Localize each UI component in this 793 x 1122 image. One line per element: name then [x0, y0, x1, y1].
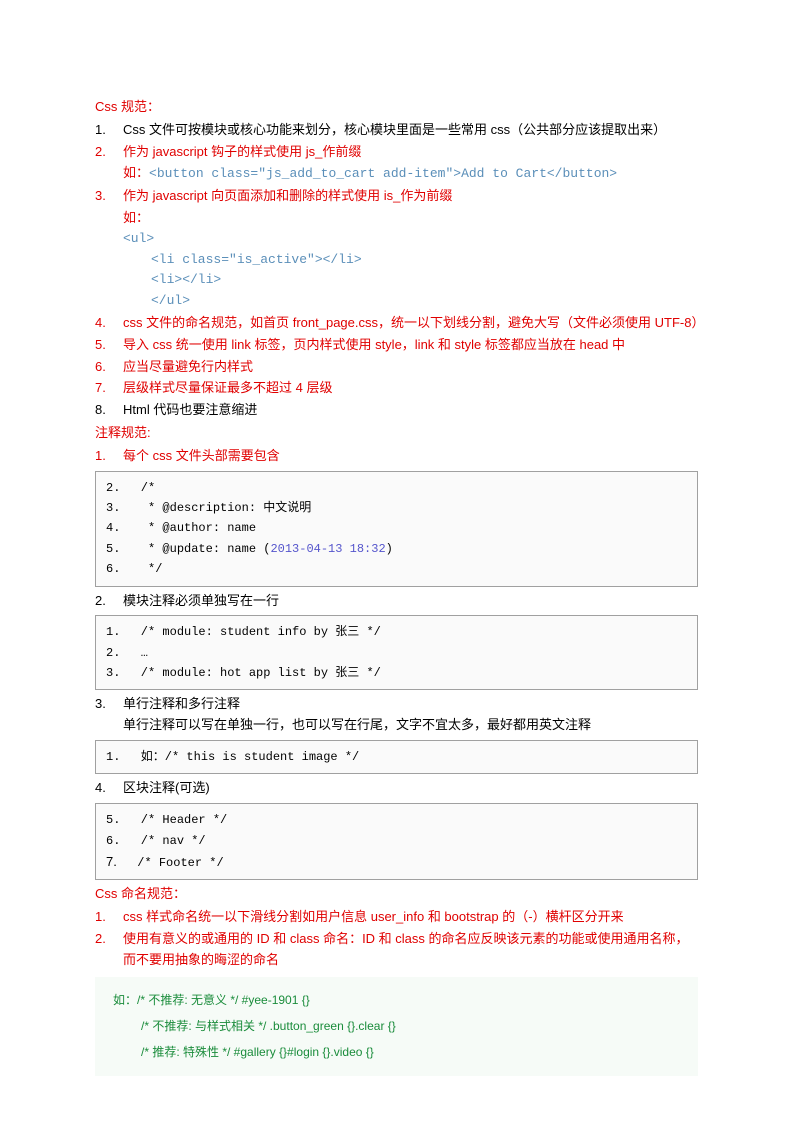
list-text: 作为 javascript 向页面添加和删除的样式使用 is_作为前缀	[123, 188, 452, 203]
main-list: 1. Css 文件可按模块或核心功能来划分，核心模块里面是一些常用 css（公共部…	[95, 120, 698, 421]
list-text: css 文件的命名规范，如首页 front_page.css，统一以下划线分割，…	[123, 315, 704, 330]
inline-code: <button class="js_add_to_cart add-item">…	[149, 166, 617, 181]
list-num: 2.	[95, 142, 106, 163]
list-num: 7.	[95, 378, 106, 399]
list-num: 5.	[95, 335, 106, 356]
list-num: 2.	[95, 591, 106, 612]
codebox-block-comment: 5. /* Header */ 6. /* nav */ 7. /* Foote…	[95, 803, 698, 880]
list-text: 区块注释(可选)	[123, 780, 210, 795]
list-item: 2. 作为 javascript 钩子的样式使用 js_作前缀	[95, 142, 698, 163]
list-num: 3.	[95, 186, 106, 207]
list-text: 模块注释必须单独写在一行	[123, 593, 279, 608]
css-naming-title: Css 命名规范：	[95, 884, 698, 905]
list-item: 4.css 文件的命名规范，如首页 front_page.css，统一以下划线分…	[95, 313, 698, 334]
example-block: 如：/* 不推荐: 无意义 */ #yee-1901 {} /* 不推荐: 与样…	[95, 977, 698, 1076]
codebox-header-comment: 2. /* 3. * @description: 中文说明 4. * @auth…	[95, 471, 698, 587]
comment-item-1: 1. 每个 css 文件头部需要包含	[95, 446, 698, 467]
list-text: css 样式命名统一以下滑线分割如用户信息 user_info 和 bootst…	[123, 909, 624, 924]
list-text: 每个 css 文件头部需要包含	[123, 448, 280, 463]
codebox-module-comment: 1. /* module: student info by 张三 */ 2. ……	[95, 615, 698, 690]
list-num: 6.	[95, 357, 106, 378]
list-item: 7. 层级样式尽量保证最多不超过 4 层级	[95, 378, 698, 399]
code-line: </ul>	[123, 291, 698, 312]
comment-list: 1. 每个 css 文件头部需要包含	[95, 446, 698, 467]
code-line: <li class="is_active"></li>	[123, 250, 698, 271]
list-num: 1.	[95, 120, 106, 141]
list-subtext: 单行注释可以写在单独一行，也可以写在行尾，文字不宜太多，最好都用英文注释	[123, 715, 698, 736]
list-num: 4.	[95, 313, 106, 334]
comment-spec-title: 注释规范:	[95, 423, 698, 444]
list-num: 8.	[95, 400, 106, 421]
comment-item-3: 3. 单行注释和多行注释 单行注释可以写在单独一行，也可以写在行尾，文字不宜太多…	[95, 694, 698, 736]
list-text: 应当尽量避免行内样式	[123, 359, 253, 374]
naming-list: 1. css 样式命名统一以下滑线分割如用户信息 user_info 和 boot…	[95, 907, 698, 970]
list-text: 使用有意义的或通用的 ID 和 class 命名：ID 和 class 的命名应…	[123, 931, 689, 967]
list-item: 3. 作为 javascript 向页面添加和删除的样式使用 is_作为前缀	[95, 186, 698, 207]
codebox-inline-comment: 1. 如：/* this is student image */	[95, 740, 698, 774]
list-num: 3.	[95, 694, 106, 715]
list-item: 8. Html 代码也要注意缩进	[95, 400, 698, 421]
css-spec-title: Css 规范：	[95, 97, 698, 118]
list-num: 2.	[95, 929, 106, 950]
example-line: 如：/* 不推荐: 无意义 */ #yee-1901 {}	[113, 987, 680, 1013]
comment-item-4: 4. 区块注释(可选)	[95, 778, 698, 799]
list-item: 5. 导入 css 统一使用 link 标签，页内样式使用 style，link …	[95, 335, 698, 356]
example-line: /* 推荐: 特殊性 */ #gallery {}#login {}.video…	[113, 1039, 680, 1065]
list-text: Html 代码也要注意缩进	[123, 402, 257, 417]
list-item: 6. 应当尽量避免行内样式	[95, 357, 698, 378]
list-item: 1. Css 文件可按模块或核心功能来划分，核心模块里面是一些常用 css（公共部…	[95, 120, 698, 141]
list-item: 如： <ul> <li class="is_active"></li> <li><…	[95, 208, 698, 312]
comment-item-2: 2. 模块注释必须单独写在一行	[95, 591, 698, 612]
list-prefix: 如：	[123, 210, 149, 225]
list-text: 单行注释和多行注释	[123, 696, 240, 711]
list-num: 4.	[95, 778, 106, 799]
list-item: 2. 使用有意义的或通用的 ID 和 class 命名：ID 和 class 的命…	[95, 929, 698, 971]
list-text: Css 文件可按模块或核心功能来划分，核心模块里面是一些常用 css（公共部分应…	[123, 122, 666, 137]
list-text: 层级样式尽量保证最多不超过 4 层级	[123, 380, 332, 395]
list-num: 1.	[95, 907, 106, 928]
code-line: <li></li>	[123, 270, 698, 291]
list-num: 1.	[95, 446, 106, 467]
list-text: 作为 javascript 钩子的样式使用 js_作前缀	[123, 144, 361, 159]
list-text: 导入 css 统一使用 link 标签，页内样式使用 style，link 和 …	[123, 337, 625, 352]
code-line: <ul>	[123, 229, 698, 250]
example-line: /* 不推荐: 与样式相关 */ .button_green {}.clear …	[113, 1013, 680, 1039]
list-prefix: 如：	[123, 165, 149, 180]
list-item: 如：<button class="js_add_to_cart add-item…	[95, 163, 698, 185]
list-item: 1. css 样式命名统一以下滑线分割如用户信息 user_info 和 boot…	[95, 907, 698, 928]
